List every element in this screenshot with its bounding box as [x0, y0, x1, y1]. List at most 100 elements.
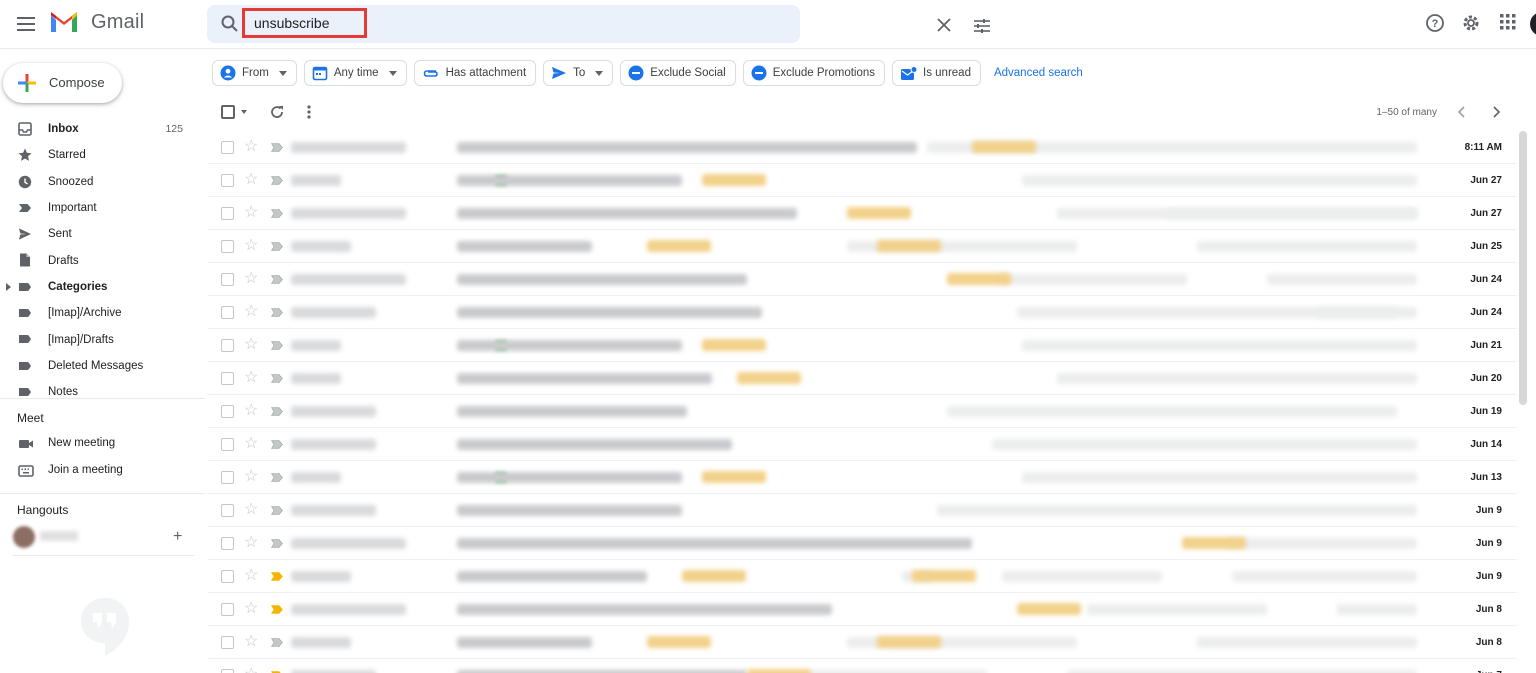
- email-row[interactable]: ☆ 8:11 AM: [207, 131, 1517, 164]
- row-checkbox[interactable]: [221, 504, 234, 517]
- star-icon[interactable]: ☆: [244, 204, 258, 222]
- importance-marker-icon[interactable]: [271, 572, 283, 581]
- row-checkbox[interactable]: [221, 537, 234, 550]
- sidebar-item-notes[interactable]: Notes: [0, 379, 195, 405]
- email-row[interactable]: ☆ Jun 9: [207, 560, 1517, 593]
- importance-marker-icon[interactable]: [271, 242, 283, 251]
- select-options-chevron-down-icon[interactable]: [241, 110, 247, 114]
- star-icon[interactable]: ☆: [244, 633, 258, 651]
- filter-chip-has-attachment[interactable]: Has attachment: [413, 60, 537, 86]
- star-icon[interactable]: ☆: [244, 369, 258, 387]
- row-checkbox[interactable]: [221, 339, 234, 352]
- email-row[interactable]: ☆ Jun 9: [207, 494, 1517, 527]
- star-icon[interactable]: ☆: [244, 501, 258, 519]
- importance-marker-icon[interactable]: [271, 638, 283, 647]
- sidebar-item-categories[interactable]: Categories: [0, 274, 195, 300]
- more-vert-icon[interactable]: [306, 104, 312, 120]
- importance-marker-icon[interactable]: [271, 308, 283, 317]
- help-icon[interactable]: ?: [1425, 13, 1445, 33]
- email-row[interactable]: ☆ Jun 8: [207, 626, 1517, 659]
- sidebar-item-imap-archive[interactable]: [Imap]/Archive: [0, 300, 195, 326]
- row-checkbox[interactable]: [221, 438, 234, 451]
- email-row[interactable]: ☆ Jun 9: [207, 527, 1517, 560]
- importance-marker-icon[interactable]: [271, 407, 283, 416]
- star-icon[interactable]: ☆: [244, 435, 258, 453]
- star-icon[interactable]: ☆: [244, 171, 258, 189]
- select-all-checkbox[interactable]: [221, 105, 235, 119]
- hangout-contact-name[interactable]: [40, 531, 78, 541]
- star-icon[interactable]: ☆: [244, 534, 258, 552]
- advanced-search-link[interactable]: Advanced search: [994, 67, 1083, 79]
- row-checkbox[interactable]: [221, 405, 234, 418]
- search-icon[interactable]: [220, 14, 240, 34]
- sidebar-item-deleted-messages[interactable]: Deleted Messages: [0, 353, 195, 379]
- filter-chip-from[interactable]: From: [212, 60, 297, 86]
- row-checkbox[interactable]: [221, 141, 234, 154]
- email-row[interactable]: ☆ Jun 27: [207, 197, 1517, 230]
- main-menu-icon[interactable]: [14, 12, 38, 36]
- importance-marker-icon[interactable]: [271, 473, 283, 482]
- importance-marker-icon[interactable]: [271, 176, 283, 185]
- email-row[interactable]: ☆ Jun 20: [207, 362, 1517, 395]
- importance-marker-icon[interactable]: [271, 440, 283, 449]
- add-icon[interactable]: +: [173, 529, 182, 545]
- row-checkbox[interactable]: [221, 273, 234, 286]
- importance-marker-icon[interactable]: [271, 341, 283, 350]
- row-checkbox[interactable]: [221, 240, 234, 253]
- star-icon[interactable]: ☆: [244, 138, 258, 156]
- refresh-icon[interactable]: [269, 104, 285, 120]
- star-icon[interactable]: ☆: [244, 567, 258, 585]
- expand-arrow-icon[interactable]: [6, 282, 11, 291]
- chevron-right-icon[interactable]: [1491, 106, 1501, 118]
- sidebar-item-important[interactable]: Important: [0, 195, 195, 221]
- email-row[interactable]: ☆ Jun 19: [207, 395, 1517, 428]
- filter-chip-to[interactable]: To: [543, 60, 614, 86]
- avatar[interactable]: [13, 526, 35, 548]
- sidebar-item-inbox[interactable]: Inbox 125: [0, 116, 195, 142]
- star-icon[interactable]: ☆: [244, 336, 258, 354]
- importance-marker-icon[interactable]: [271, 539, 283, 548]
- email-row[interactable]: ☆ Jun 24: [207, 296, 1517, 329]
- filter-chip-is-unread[interactable]: Is unread: [892, 60, 981, 86]
- sidebar-item-starred[interactable]: Starred: [0, 142, 195, 168]
- sidebar-item-sent[interactable]: Sent: [0, 221, 195, 247]
- join-meeting-button[interactable]: Join a meeting: [0, 459, 195, 483]
- email-row[interactable]: ☆Jun 7: [207, 659, 1517, 673]
- search-options-icon[interactable]: [973, 18, 991, 34]
- filter-chip-exclude-social[interactable]: Exclude Social: [620, 60, 736, 86]
- importance-marker-icon[interactable]: [271, 506, 283, 515]
- email-row[interactable]: ☆ Jun 14: [207, 428, 1517, 461]
- filter-chip-exclude-promotions[interactable]: Exclude Promotions: [742, 60, 886, 86]
- importance-marker-icon[interactable]: [271, 143, 283, 152]
- apps-grid-icon[interactable]: [1499, 13, 1517, 31]
- importance-marker-icon[interactable]: [271, 374, 283, 383]
- row-checkbox[interactable]: [221, 306, 234, 319]
- star-icon[interactable]: ☆: [244, 600, 258, 618]
- row-checkbox[interactable]: [221, 636, 234, 649]
- row-checkbox[interactable]: [221, 471, 234, 484]
- email-row[interactable]: ☆ Jun 8: [207, 593, 1517, 626]
- star-icon[interactable]: ☆: [244, 402, 258, 420]
- sidebar-item-drafts[interactable]: Drafts: [0, 247, 195, 273]
- account-avatar[interactable]: [1530, 12, 1536, 36]
- star-icon[interactable]: ☆: [244, 666, 258, 673]
- importance-marker-icon[interactable]: [271, 209, 283, 218]
- sidebar-item-imap-drafts[interactable]: [Imap]/Drafts: [0, 326, 195, 352]
- compose-button[interactable]: Compose: [3, 63, 122, 103]
- row-checkbox[interactable]: [221, 174, 234, 187]
- scrollbar[interactable]: [1519, 131, 1527, 405]
- row-checkbox[interactable]: [221, 669, 234, 673]
- importance-marker-icon[interactable]: [271, 605, 283, 614]
- chevron-left-icon[interactable]: [1457, 106, 1467, 118]
- email-row[interactable]: ☆ Jun 13: [207, 461, 1517, 494]
- star-icon[interactable]: ☆: [244, 237, 258, 255]
- search-input[interactable]: unsubscribe: [242, 8, 367, 38]
- email-row[interactable]: ☆ Jun 25: [207, 230, 1517, 263]
- close-icon[interactable]: [937, 18, 951, 32]
- new-meeting-button[interactable]: New meeting: [0, 432, 195, 456]
- gear-icon[interactable]: [1461, 13, 1481, 33]
- star-icon[interactable]: ☆: [244, 468, 258, 486]
- filter-chip-any-time[interactable]: Any time: [303, 60, 407, 86]
- sidebar-item-snoozed[interactable]: Snoozed: [0, 169, 195, 195]
- gmail-logo[interactable]: Gmail: [49, 10, 144, 34]
